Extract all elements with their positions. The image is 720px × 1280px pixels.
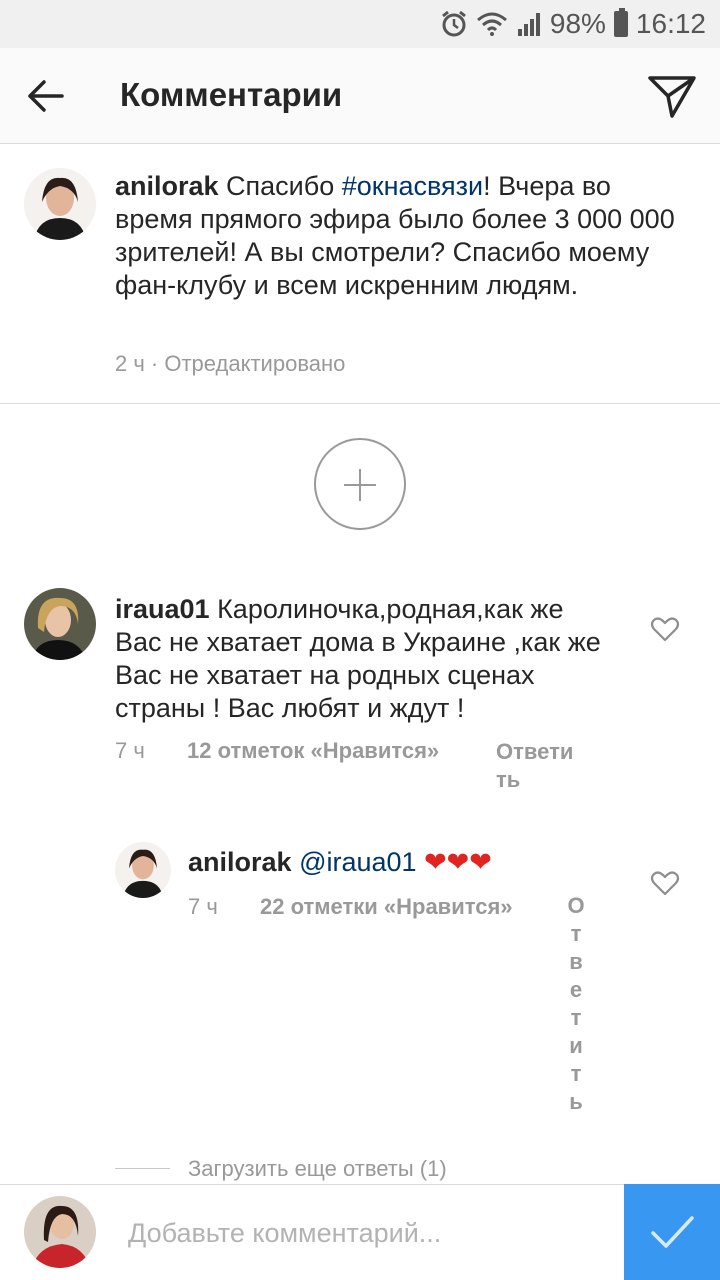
comment-time: 7 ч xyxy=(115,738,145,763)
reply-time: 7 ч xyxy=(188,894,218,919)
reply-button[interactable]: Ответить xyxy=(496,738,580,794)
battery-percent: 98% xyxy=(549,8,606,39)
post-comment-button[interactable] xyxy=(624,1184,720,1280)
caption-username[interactable]: anilorak xyxy=(115,171,219,201)
reply-reply-button[interactable]: Ответить xyxy=(566,892,586,1116)
reply-avatar[interactable] xyxy=(115,842,171,898)
load-more-replies[interactable]: Загрузить еще ответы (1) xyxy=(188,1156,447,1182)
caption-avatar[interactable] xyxy=(24,168,96,240)
signal-icon xyxy=(517,13,540,36)
page-title: Комментарии xyxy=(120,76,343,113)
comment-input[interactable]: Добавьте комментарий... xyxy=(128,1218,441,1249)
like-heart-icon[interactable] xyxy=(650,868,680,898)
reply-hearts: ❤❤❤ xyxy=(424,847,492,877)
caption-hashtag[interactable]: #окнасвязи xyxy=(342,171,483,201)
comment-username[interactable]: iraua01 xyxy=(115,594,210,624)
divider xyxy=(0,403,720,404)
like-heart-icon[interactable] xyxy=(650,614,680,644)
caption-text: anilorak Спасибо #окнасвязи! Вчера во вр… xyxy=(115,170,675,302)
top-app-bar: Комментарии xyxy=(0,48,720,144)
direct-send-icon[interactable] xyxy=(646,70,698,122)
caption-meta: 2 ч · Отредактировано xyxy=(115,351,346,376)
my-avatar xyxy=(24,1196,96,1268)
alarm-icon xyxy=(441,10,466,37)
checkmark-icon xyxy=(651,1216,694,1248)
caption-text-before: Спасибо xyxy=(218,171,342,201)
clock: 16:12 xyxy=(635,8,706,39)
more-replies-line xyxy=(115,1168,170,1169)
status-bar: 98% 16:12 xyxy=(0,0,720,48)
back-arrow-icon[interactable] xyxy=(22,72,70,120)
load-more-comments-button[interactable] xyxy=(314,438,406,530)
reply-username[interactable]: anilorak xyxy=(188,847,292,877)
reply-mention[interactable]: @iraua01 xyxy=(299,847,416,877)
comment-likes[interactable]: 12 отметок «Нравится» xyxy=(187,738,439,764)
wifi-icon xyxy=(476,12,507,36)
reply-text: anilorak @iraua01 ❤❤❤ xyxy=(188,846,608,879)
comment-avatar[interactable] xyxy=(24,588,96,660)
reply-likes[interactable]: 22 отметки «Нравится» xyxy=(260,894,513,920)
battery-icon xyxy=(613,8,628,37)
comment-text: iraua01 Каролиночка,родная,как же Вас не… xyxy=(115,593,615,725)
